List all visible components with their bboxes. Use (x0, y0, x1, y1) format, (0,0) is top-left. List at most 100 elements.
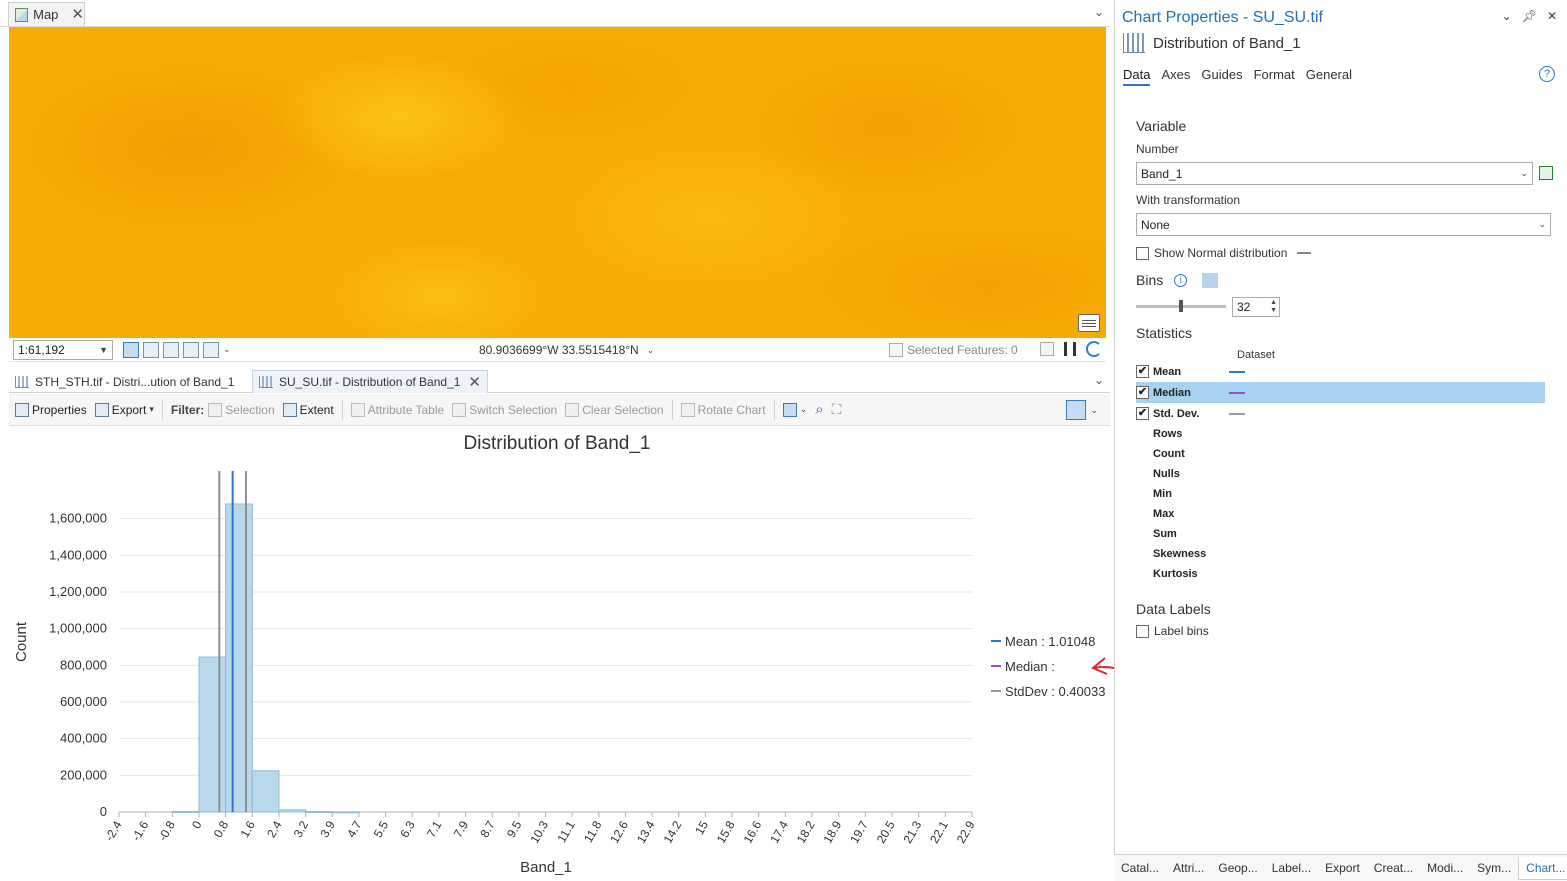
pane-controls: ⌄ 📌︎ ✕ (1502, 9, 1557, 23)
switch-selection-button[interactable]: Switch Selection (452, 402, 558, 417)
rotate-chart-button[interactable]: Rotate Chart (680, 402, 766, 417)
histogram-chart[interactable]: Distribution of Band_1 0 200,000 400,000 60… (9, 427, 1110, 879)
y-tick-label: 200,000 (60, 767, 107, 782)
tab-symbology[interactable]: Sym... (1470, 861, 1518, 875)
tab-axes[interactable]: Axes (1161, 67, 1190, 86)
tab-modify[interactable]: Modi... (1420, 861, 1470, 875)
normal-line-swatch[interactable] (1297, 252, 1312, 254)
x-tick-label: 15 (692, 818, 711, 837)
x-tick-label: 21.3 (900, 818, 924, 846)
properties-button[interactable]: Properties (15, 402, 87, 417)
correction-icon[interactable] (203, 341, 219, 358)
pin-icon[interactable]: 📌︎ (1522, 9, 1537, 23)
chevron-down-icon[interactable]: ⌄ (1502, 9, 1512, 23)
spinner-arrows-icon[interactable]: ▲ ▼ (1270, 299, 1277, 315)
export-button[interactable]: Export ▾ (94, 402, 154, 417)
tab-format[interactable]: Format (1254, 67, 1295, 86)
chevron-down-icon[interactable]: ⌄ (1090, 405, 1098, 416)
bin-color-swatch[interactable] (1202, 272, 1219, 288)
clear-selection-button[interactable]: Clear Selection (565, 402, 664, 417)
show-normal-checkbox[interactable] (1136, 246, 1149, 260)
tab-create[interactable]: Creat... (1367, 861, 1420, 875)
chevron-down-icon[interactable]: ⌄ (223, 344, 231, 355)
filter-extent-button[interactable]: Extent (282, 402, 334, 417)
stat-rows: Rows (1153, 428, 1183, 440)
info-icon[interactable]: i (1174, 273, 1188, 287)
number-select[interactable]: Band_1 ⌄ (1136, 162, 1533, 185)
filter-selection-button[interactable]: Selection (208, 402, 275, 417)
legend-icon[interactable] (1066, 400, 1087, 420)
mean-checkbox[interactable]: ✔ (1136, 365, 1149, 378)
tab-attributes[interactable]: Attri... (1166, 861, 1211, 875)
tab-export[interactable]: Export (1318, 861, 1367, 875)
tab-labeling[interactable]: Label... (1265, 861, 1318, 875)
histogram-bar[interactable] (331, 811, 360, 814)
snapping-icon[interactable] (183, 341, 199, 358)
close-icon[interactable]: ✕ (468, 375, 481, 390)
bins-row: Bins i (1136, 272, 1219, 288)
dataset-column-header: Dataset (1237, 349, 1275, 361)
select-tool-button[interactable]: ⌄ (782, 402, 807, 417)
histogram-bar[interactable] (198, 656, 227, 813)
map-overlay-icon[interactable] (1078, 314, 1100, 332)
clear-field-icon[interactable] (1539, 166, 1553, 180)
tab-general[interactable]: General (1306, 67, 1352, 86)
transformation-select[interactable]: None ⌄ (1136, 213, 1551, 236)
median-checkbox[interactable]: ✔ (1136, 386, 1149, 399)
rotate-chart-label: Rotate Chart (697, 402, 766, 417)
histogram-bar[interactable] (171, 810, 200, 813)
show-normal-label: Show Normal distribution (1154, 246, 1288, 260)
chevron-down-icon: ⌄ (1538, 219, 1546, 229)
histogram-bar[interactable] (278, 809, 307, 813)
tab-chart-sth[interactable]: STH_STH.tif - Distri...ution of Band_1 (9, 370, 240, 393)
chart-properties-pane: Chart Properties - SU_SU.tif ⌄ 📌︎ ✕ Dist… (1114, 0, 1567, 881)
grid-snap-icon[interactable] (123, 341, 139, 358)
mean-line-swatch[interactable] (1229, 370, 1245, 373)
scale-dropdown[interactable]: 1:61,192 ▼ (13, 339, 113, 360)
switch-selection-label: Switch Selection (469, 402, 558, 417)
tab-data[interactable]: Data (1123, 67, 1151, 86)
histogram-bars[interactable] (171, 503, 360, 814)
tab-geoprocessing[interactable]: Geop... (1211, 861, 1264, 875)
tab-chart-su[interactable]: SU_SU.tif - Distribution of Band_1 ✕ (252, 370, 488, 393)
full-extent-button[interactable]: ⛶ (832, 401, 842, 418)
filter-icon (208, 402, 223, 417)
variable-heading: Variable (1136, 118, 1187, 134)
map-icon (15, 7, 29, 22)
chevron-down-icon[interactable]: ⌄ (1094, 5, 1104, 19)
median-line-swatch[interactable] (1229, 391, 1245, 394)
histogram-bar[interactable] (225, 503, 253, 813)
attribute-table-button[interactable]: Attribute Table (350, 402, 444, 417)
help-icon[interactable]: ? (1539, 66, 1555, 82)
close-icon[interactable]: ✕ (1547, 9, 1557, 23)
stat-row-stddev[interactable]: ✔ Std. Dev. (1136, 403, 1545, 424)
histogram-bar[interactable] (305, 811, 333, 814)
pause-icon[interactable] (1064, 342, 1076, 356)
chevron-down-icon: ▾ (149, 404, 154, 414)
stddev-checkbox[interactable]: ✔ (1136, 407, 1149, 420)
constraints-icon[interactable] (163, 341, 179, 358)
close-icon[interactable]: ✕ (71, 7, 84, 22)
tab-chart-properties[interactable]: Chart... (1518, 856, 1567, 880)
legend-label: Mean : 1.01048 (1005, 634, 1095, 649)
refresh-icon[interactable] (1086, 341, 1102, 357)
tab-guides[interactable]: Guides (1201, 67, 1242, 86)
bins-slider-thumb[interactable] (1179, 300, 1183, 312)
grid-icon[interactable] (143, 341, 159, 358)
label-bins-checkbox[interactable] (1136, 624, 1149, 638)
x-tick-label: 9.5 (504, 818, 525, 840)
stat-row-median[interactable]: ✔ Median (1136, 382, 1545, 403)
bins-spinner[interactable]: 32 ▲ ▼ (1232, 297, 1280, 317)
tab-map[interactable]: Map ✕ (8, 2, 85, 26)
histogram-bar[interactable] (251, 770, 280, 813)
chevron-down-icon[interactable]: ⌄ (647, 345, 655, 356)
zoom-button[interactable]: ⌕ (815, 401, 823, 418)
tab-catalog[interactable]: Catal... (1114, 861, 1166, 875)
map-view[interactable] (9, 27, 1106, 338)
histogram-icon (15, 375, 29, 388)
stat-row-mean[interactable]: ✔ Mean (1136, 361, 1545, 382)
clear-select-icon[interactable] (1040, 342, 1054, 356)
x-tick-label: -0.8 (155, 818, 178, 843)
stddev-line-swatch[interactable] (1229, 412, 1245, 415)
chevron-down-icon[interactable]: ⌄ (1094, 373, 1104, 387)
